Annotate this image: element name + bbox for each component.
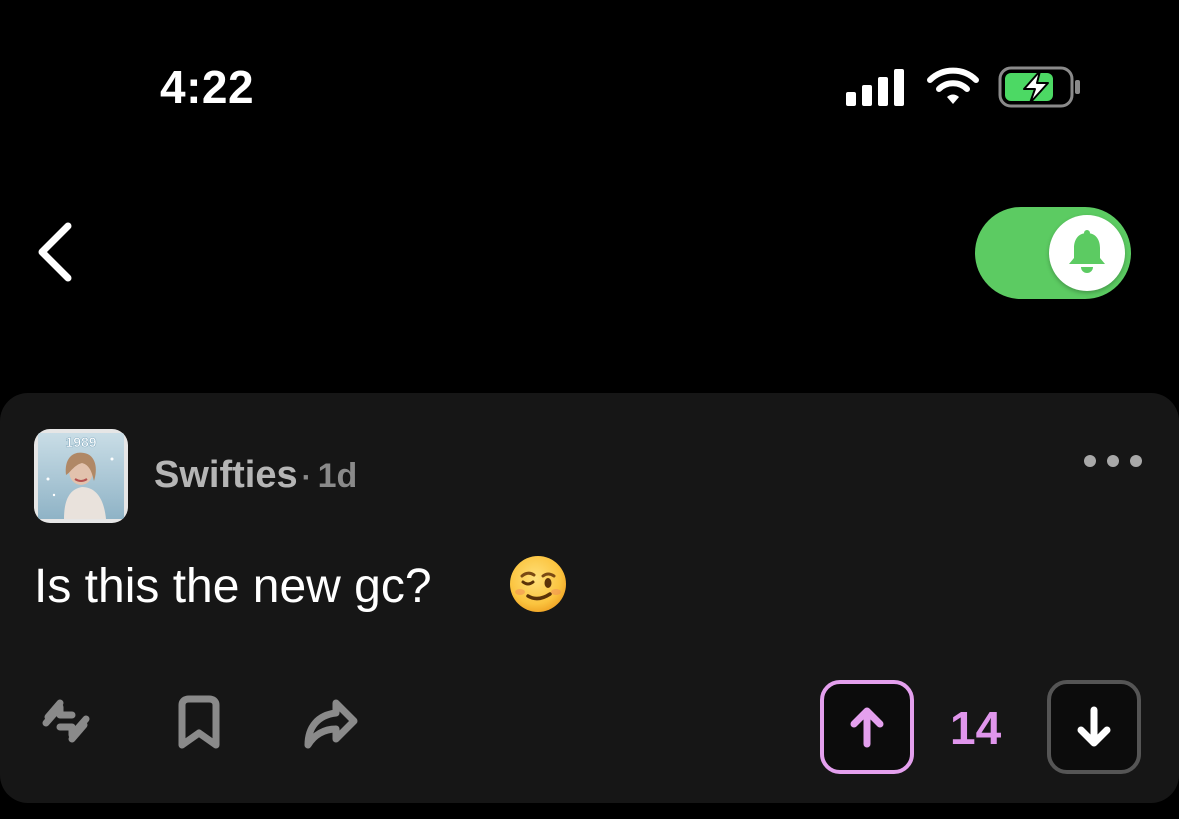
album-title-text: 1989 [65, 434, 96, 450]
wifi-icon [927, 67, 979, 104]
album-cover-image: 1989 [34, 429, 128, 523]
cellular-signal-icon [846, 69, 904, 106]
post-text: Is this the new gc? [34, 560, 432, 613]
post-card[interactable]: 1989 Swifties · 1d Is this the new gc? 1… [0, 393, 1179, 803]
upvote-button[interactable] [820, 680, 914, 774]
post-time-ago: 1d [317, 457, 358, 495]
share-button[interactable] [302, 697, 360, 754]
winking-face-emoji [510, 556, 566, 612]
bookmark-icon [178, 695, 220, 749]
bell-icon [1069, 230, 1105, 273]
community-avatar[interactable]: 1989 [34, 429, 128, 523]
downvote-button[interactable] [1047, 680, 1141, 774]
community-name[interactable]: Swifties [154, 454, 298, 496]
share-icon [304, 699, 358, 749]
post-meta: Swifties · 1d [154, 454, 357, 497]
vote-count: 14 [950, 702, 1002, 754]
back-button[interactable] [34, 222, 78, 282]
repost-icon [42, 699, 90, 743]
status-time: 4:22 [160, 61, 255, 113]
more-options-button[interactable] [1082, 449, 1144, 473]
bookmark-button[interactable] [176, 695, 222, 756]
repost-button[interactable] [38, 693, 94, 754]
toggle-knob [1049, 215, 1125, 291]
battery-charging-icon [998, 66, 1080, 108]
chevron-left-icon [38, 222, 72, 282]
notification-toggle[interactable] [975, 207, 1131, 299]
arrow-down-icon [1077, 706, 1111, 747]
meta-separator: · [301, 461, 312, 494]
arrow-up-icon [850, 707, 884, 748]
screen: 4:22 1989 Swifties · 1d Is this the new … [0, 0, 1179, 819]
